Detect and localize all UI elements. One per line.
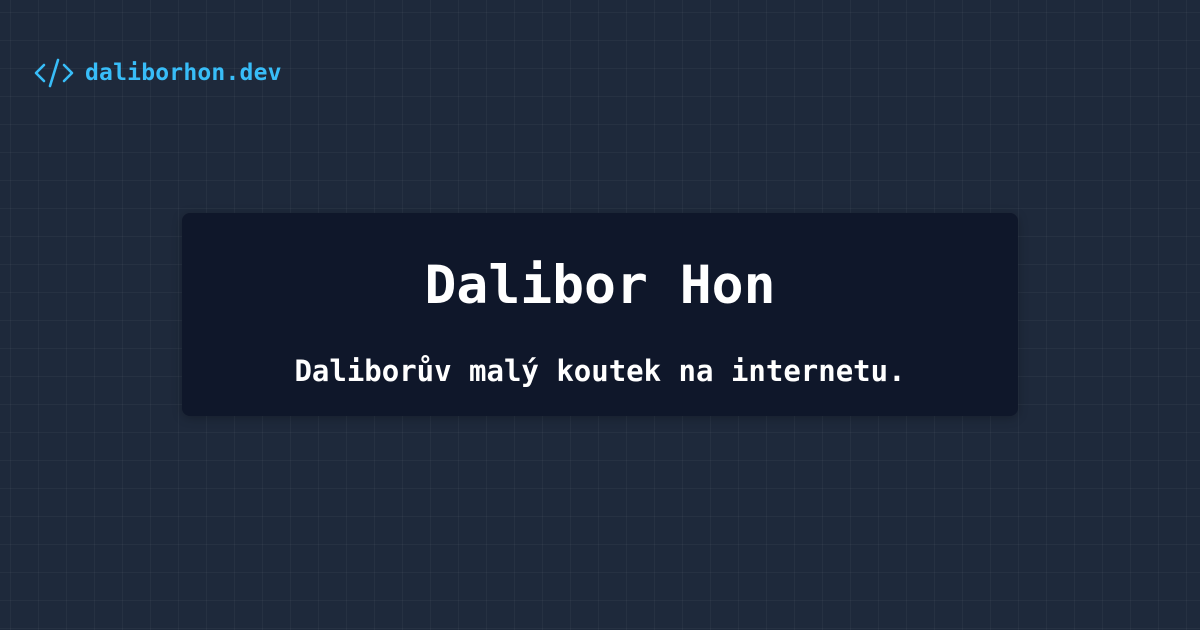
site-name: daliborhon.dev [85, 60, 282, 86]
page-title: Dalibor Hon [424, 255, 776, 316]
code-icon [34, 58, 74, 88]
page-subtitle: Daliborův malý koutek na internetu. [294, 354, 906, 388]
site-brand[interactable]: daliborhon.dev [33, 57, 282, 89]
hero-card: Dalibor Hon Daliborův malý koutek na int… [182, 213, 1018, 416]
